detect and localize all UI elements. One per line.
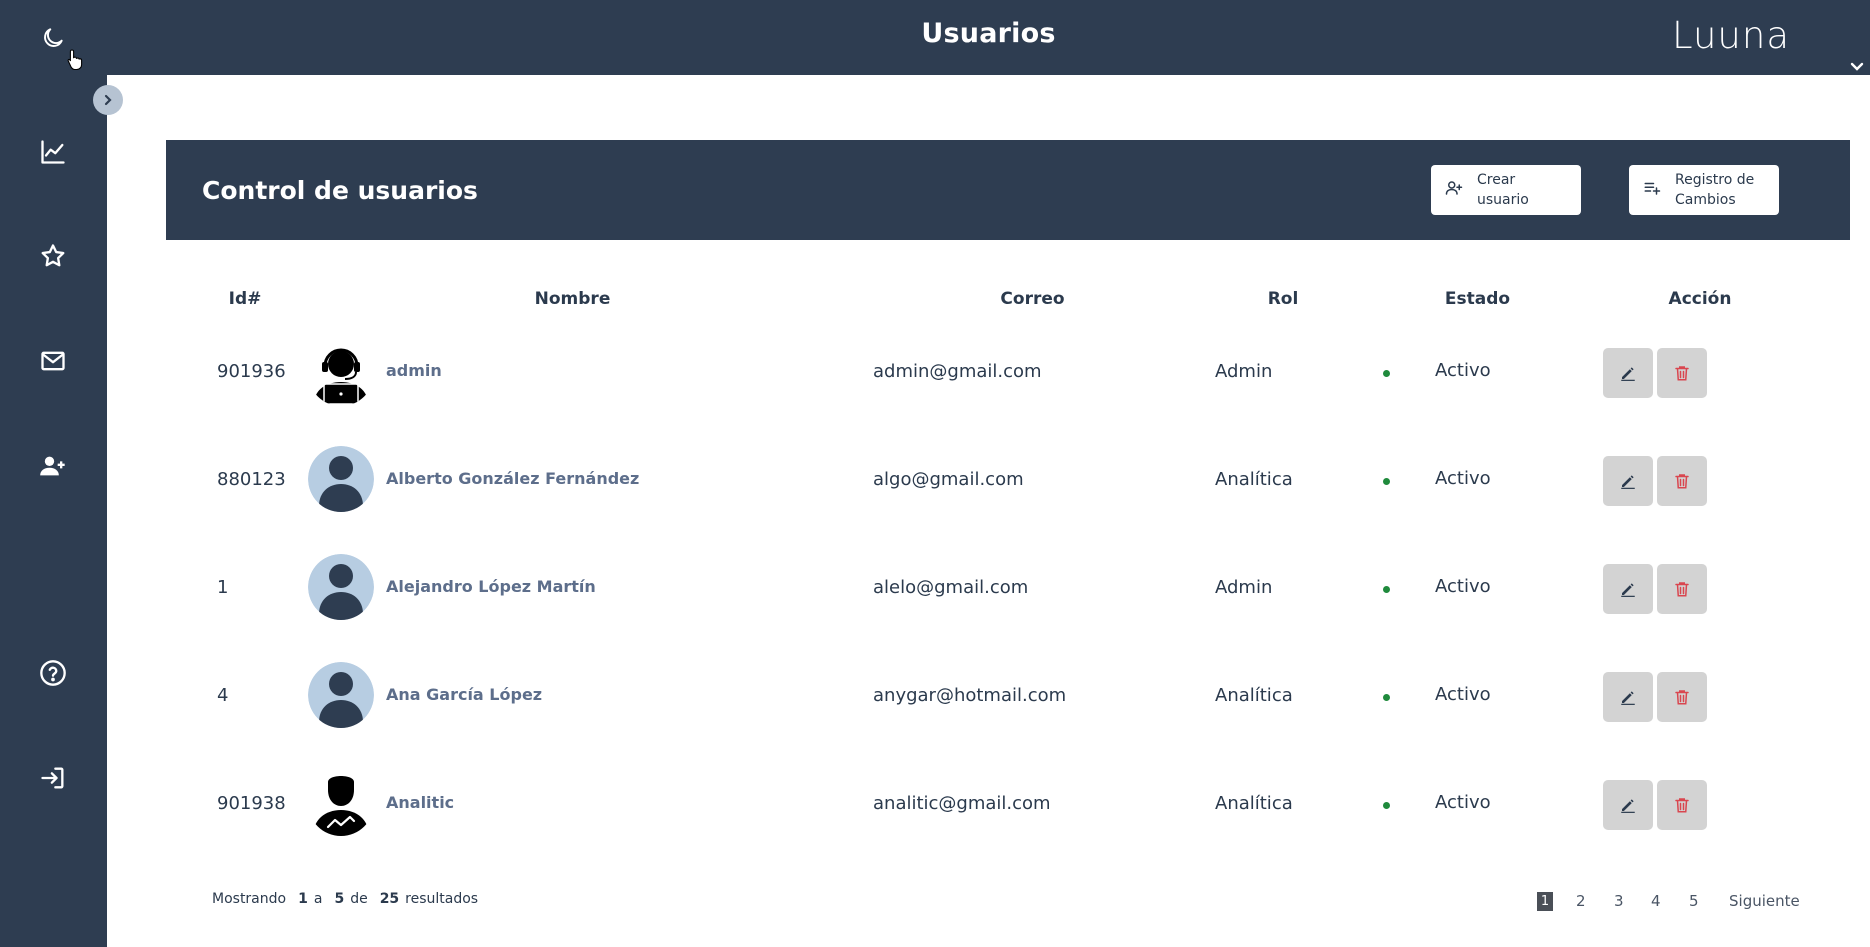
user-email: analitic@gmail.com [873,793,1051,814]
total-results: 25 [379,891,400,907]
trash-icon [1675,474,1689,489]
trash-icon [1675,366,1689,381]
user-status: Activo [1435,684,1491,705]
user-id: 901938 [217,793,286,814]
user-role: Admin [1215,361,1273,382]
user-role: Analítica [1215,469,1293,490]
pencil-icon [1621,475,1635,489]
user-add-icon [1445,179,1463,201]
brand-logo: Luuna [1672,14,1790,57]
user-name-link[interactable]: Analitic [386,793,454,812]
hand-cursor-icon [67,48,85,74]
status-dot [1383,478,1390,485]
user-email: alelo@gmail.com [873,577,1029,598]
trash-icon [1675,582,1689,597]
table-row: 4 Ana García López anygar@hotmail.com An… [0,642,1870,750]
page-3-button[interactable]: 3 [1614,892,1624,910]
column-header-email: Correo [1000,289,1065,309]
trash-icon [1675,690,1689,705]
chevron-down-icon[interactable] [1850,57,1864,76]
delete-button[interactable] [1657,564,1707,614]
user-role: Admin [1215,577,1273,598]
change-log-button[interactable]: Registro de Cambios [1629,165,1779,215]
default-user-avatar [308,554,374,620]
user-email: algo@gmail.com [873,469,1024,490]
delete-button[interactable] [1657,456,1707,506]
analyst-avatar [308,770,374,836]
pencil-icon [1621,583,1635,597]
status-dot [1383,586,1390,593]
table-row: 1 Alejandro López Martín alelo@gmail.com… [0,534,1870,642]
page-title: Usuarios [921,18,1056,49]
user-id: 901936 [217,361,286,382]
pencil-icon [1621,691,1635,705]
user-name-link[interactable]: Alberto González Fernández [386,469,639,488]
pencil-icon [1621,367,1635,381]
column-header-id: Id# [228,289,262,309]
sidebar-toggle-button[interactable] [93,85,123,115]
results-label: resultados [405,891,479,907]
user-id: 880123 [217,469,286,490]
column-header-action: Acción [1668,289,1732,309]
user-id: 4 [217,685,229,706]
page-1-button[interactable]: 1 [1537,892,1553,911]
trash-icon [1675,798,1689,813]
change-log-label: Registro de Cambios [1675,172,1755,208]
table-row: 880123 Alberto González Fernández algo@g… [0,426,1870,534]
create-user-button[interactable]: Crear usuario [1431,165,1581,215]
user-status: Activo [1435,360,1491,381]
status-dot [1383,694,1390,701]
default-user-avatar [308,662,374,728]
user-email: anygar@hotmail.com [873,685,1067,706]
range-to-label: a [313,891,323,907]
top-bar: Usuarios Luuna [107,0,1870,75]
edit-button[interactable] [1603,348,1653,398]
delete-button[interactable] [1657,672,1707,722]
pagination-summary: Mostrando 1 a 5 de 25 resultados [212,891,478,907]
table-row: 901936 admin admin@gmail.com Admin Activ… [0,318,1870,426]
edit-button[interactable] [1603,780,1653,830]
default-user-avatar [308,446,374,512]
next-page-button[interactable]: Siguiente [1729,892,1800,910]
range-end: 5 [334,891,345,907]
user-role: Analítica [1215,793,1293,814]
users-control-panel: Control de usuarios Crear usuario Regist… [166,140,1850,240]
user-status: Activo [1435,468,1491,489]
support-agent-avatar [308,340,374,406]
playlist-add-icon [1643,179,1661,201]
user-name-link[interactable]: admin [386,361,442,380]
page-4-button[interactable]: 4 [1651,892,1661,910]
status-dot [1383,370,1390,377]
column-header-role: Rol [1267,289,1299,309]
page-5-button[interactable]: 5 [1689,892,1699,910]
status-dot [1383,802,1390,809]
create-user-label: Crear usuario [1477,172,1529,208]
user-name-link[interactable]: Ana García López [386,685,542,704]
delete-button[interactable] [1657,780,1707,830]
panel-title: Control de usuarios [202,176,478,205]
star-icon[interactable] [37,240,69,272]
column-header-name: Nombre [534,289,611,309]
user-status: Activo [1435,792,1491,813]
range-of-label: de [350,891,368,907]
pencil-icon [1621,799,1635,813]
edit-button[interactable] [1603,672,1653,722]
edit-button[interactable] [1603,564,1653,614]
delete-button[interactable] [1657,348,1707,398]
column-header-status: Estado [1444,289,1511,309]
moon-icon[interactable] [37,22,69,54]
user-role: Analítica [1215,685,1293,706]
user-email: admin@gmail.com [873,361,1042,382]
table-row: 901938 Analitic analitic@gmail.com Analí… [0,750,1870,858]
showing-label: Mostrando [212,891,287,907]
user-name-link[interactable]: Alejandro López Martín [386,577,596,596]
chart-line-icon[interactable] [37,136,69,168]
user-id: 1 [217,577,229,598]
page-2-button[interactable]: 2 [1576,892,1586,910]
user-status: Activo [1435,576,1491,597]
edit-button[interactable] [1603,456,1653,506]
range-start: 1 [298,891,308,907]
